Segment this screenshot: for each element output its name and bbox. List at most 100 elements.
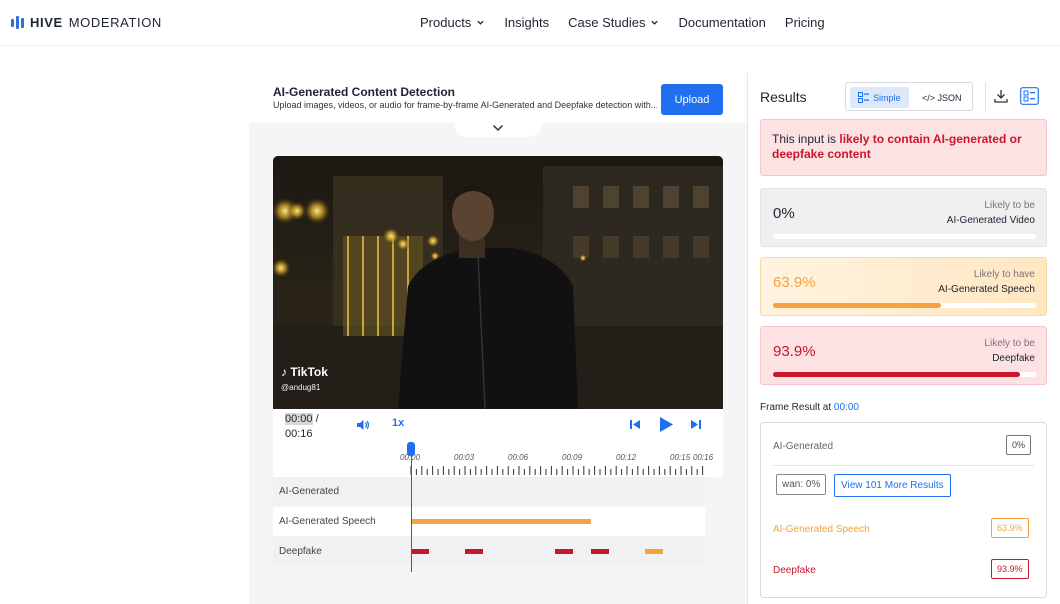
- playhead-handle[interactable]: [407, 442, 415, 456]
- timeline-ruler[interactable]: 00:00 00:03 00:06 00:09 00:12 00:15 00:1…: [273, 439, 723, 477]
- frame-deepfake-value: 93.9%: [991, 559, 1029, 579]
- score-label-line2: AI-Generated Speech: [938, 284, 1035, 295]
- tiktok-watermark: ♪ TikTok: [281, 365, 328, 379]
- skip-back-icon[interactable]: [629, 419, 641, 430]
- verdict-banner: This input is likely to contain AI-gener…: [760, 119, 1047, 176]
- tiktok-text: TikTok: [290, 365, 328, 379]
- score-fill: [773, 372, 1020, 377]
- verdict-prefix: This input is: [772, 132, 840, 146]
- frame-result-box: AI-Generated 0% wan: 0% View 101 More Re…: [760, 422, 1047, 598]
- tiktok-username: @andug81: [281, 383, 321, 392]
- deepfake-segment[interactable]: [555, 549, 573, 554]
- deepfake-segment-low[interactable]: [645, 549, 663, 554]
- simple-view-tab[interactable]: Simple: [850, 87, 909, 108]
- logo-text: MODERATION: [68, 15, 162, 30]
- view-toggle: Simple </> JSON: [845, 82, 973, 111]
- hive-logo[interactable]: HIVE MODERATION: [11, 15, 162, 30]
- list-icon: [858, 92, 869, 103]
- tick-label: 00:09: [562, 453, 583, 462]
- playhead-line: [411, 449, 412, 572]
- chevron-down-icon: [651, 20, 659, 25]
- nav-case-studies[interactable]: Case Studies: [568, 15, 659, 30]
- score-label-line2: AI-Generated Video: [946, 215, 1035, 226]
- tick-label: 00:06: [508, 453, 529, 462]
- score-label: Likely to be Deepfake: [984, 336, 1035, 366]
- frame-result-label: Frame Result at: [760, 402, 834, 413]
- tick-label: 00:12: [616, 453, 637, 462]
- deepfake-segment[interactable]: [591, 549, 609, 554]
- layout-icon[interactable]: [1020, 87, 1039, 105]
- score-label-line1: Likely to have: [973, 269, 1035, 280]
- time-display: 00:00 / 00:16: [285, 412, 319, 442]
- player-controls: 00:00 / 00:16 1x: [273, 409, 723, 442]
- main-menu: Products Insights Case Studies Documenta…: [420, 15, 844, 30]
- score-card-deepfake: 93.9% Likely to be Deepfake: [760, 326, 1047, 385]
- volume-icon[interactable]: [356, 419, 370, 431]
- timeline-row-deepfake: Deepfake: [273, 537, 705, 566]
- nav-insights-label: Insights: [504, 15, 550, 30]
- frame-speech-label: AI-Generated Speech: [773, 524, 870, 535]
- frame-deepfake-label: Deepfake: [773, 565, 816, 576]
- frame-ai-generated-label: AI-Generated: [773, 441, 834, 452]
- nav-documentation-label: Documentation: [678, 15, 766, 30]
- nav-case-studies-label: Case Studies: [568, 15, 646, 30]
- row-label: AI-Generated: [279, 486, 340, 497]
- nav-insights[interactable]: Insights: [504, 15, 549, 30]
- speed-button[interactable]: 1x: [392, 417, 404, 429]
- ruler-ticks: [410, 466, 704, 475]
- timeline-row-ai-generated: AI-Generated: [273, 477, 705, 506]
- frame-speech-value: 63.9%: [991, 518, 1029, 538]
- page-subtitle: Upload images, videos, or audio for fram…: [273, 100, 657, 110]
- current-time: 00:00: [285, 413, 313, 425]
- score-fill: [773, 303, 942, 308]
- nav-products[interactable]: Products: [420, 15, 485, 30]
- timeline-row-speech: AI-Generated Speech: [273, 507, 705, 536]
- simple-label: Simple: [873, 92, 901, 103]
- view-more-results-button[interactable]: View 101 More Results: [834, 474, 951, 497]
- score-value: 93.9%: [773, 343, 816, 360]
- nav-products-label: Products: [420, 15, 472, 30]
- nav-documentation[interactable]: Documentation: [678, 15, 765, 30]
- download-icon[interactable]: [994, 89, 1008, 103]
- score-track: [773, 303, 1036, 308]
- json-label: </> JSON: [922, 92, 962, 103]
- skip-forward-icon[interactable]: [690, 419, 702, 430]
- deepfake-segment[interactable]: [465, 549, 483, 554]
- time-separator: /: [312, 413, 319, 425]
- logo-icon: [11, 16, 24, 29]
- frame-result-title: Frame Result at 00:00: [760, 402, 859, 413]
- wan-pill: wan: 0%: [776, 474, 827, 495]
- upload-button[interactable]: Upload: [661, 84, 723, 115]
- results-title: Results: [760, 89, 807, 105]
- score-card-ai-speech: 63.9% Likely to have AI-Generated Speech: [760, 257, 1047, 316]
- row-label: AI-Generated Speech: [279, 516, 376, 527]
- play-icon[interactable]: [658, 416, 674, 433]
- score-label-line1: Likely to be: [984, 338, 1035, 349]
- score-value: 63.9%: [773, 274, 816, 291]
- collapse-toggle[interactable]: [454, 118, 542, 137]
- tick-label: 00:16: [693, 453, 714, 462]
- top-navbar: HIVE MODERATION Products Insights Case St…: [0, 0, 1060, 46]
- video-player: ♪ TikTok @andug81 00:00 / 00:16 1x 00:00…: [273, 156, 723, 604]
- timeline: 00:00 00:03 00:06 00:09 00:12 00:15 00:1…: [273, 439, 723, 604]
- toolbar-separator: [985, 82, 986, 111]
- nav-pricing[interactable]: Pricing: [785, 15, 825, 30]
- video-thumbnail: [273, 156, 723, 409]
- speech-segment[interactable]: [411, 519, 591, 524]
- score-label-line1: Likely to be: [984, 200, 1035, 211]
- score-label-line2: Deepfake: [992, 353, 1035, 364]
- row-label: Deepfake: [279, 546, 322, 557]
- score-track: [773, 234, 1036, 239]
- json-view-tab[interactable]: </> JSON: [916, 87, 968, 108]
- score-label: Likely to have AI-Generated Speech: [938, 267, 1035, 297]
- frame-ai-generated-value: 0%: [1006, 435, 1032, 455]
- logo-text-bold: HIVE: [30, 15, 63, 30]
- score-value: 0%: [773, 205, 795, 222]
- nav-pricing-label: Pricing: [784, 15, 825, 30]
- chevron-down-icon: [477, 20, 484, 25]
- deepfake-segment[interactable]: [411, 549, 429, 554]
- frame-result-time: 00:00: [833, 402, 859, 413]
- score-label: Likely to be AI-Generated Video: [947, 198, 1035, 228]
- video-frame[interactable]: ♪ TikTok @andug81: [273, 156, 723, 409]
- score-track: [773, 372, 1036, 377]
